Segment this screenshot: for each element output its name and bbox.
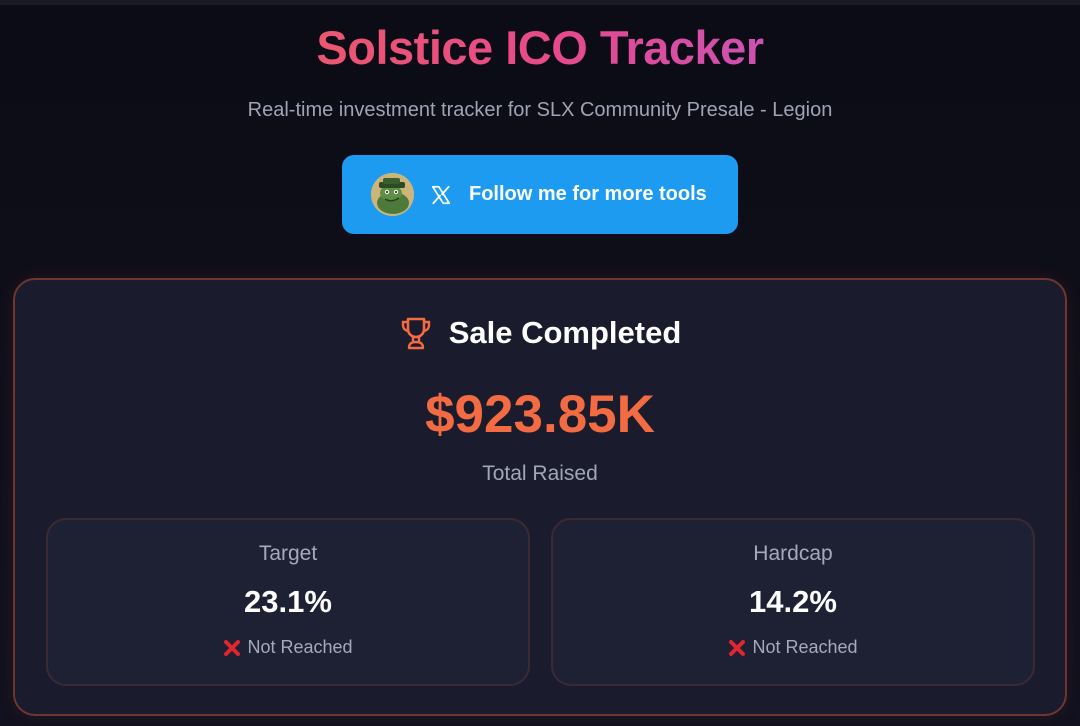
- page-title: Solstice ICO Tracker: [0, 22, 1080, 74]
- sale-status: Sale Completed: [15, 315, 1065, 351]
- follow-button-label: Follow me for more tools: [469, 183, 707, 205]
- top-divider: [0, 0, 1080, 5]
- avatar: [371, 173, 414, 216]
- trophy-icon: [401, 317, 430, 350]
- sale-status-label: Sale Completed: [448, 315, 682, 350]
- hardcap-status-label: Not Reached: [752, 637, 858, 657]
- cross-mark-icon: [729, 639, 746, 656]
- hardcap-label: Hardcap: [753, 542, 833, 565]
- sale-summary-card: Sale Completed $923.85K Total Raised Tar…: [13, 278, 1067, 716]
- target-value: 23.1%: [244, 584, 332, 619]
- target-status-label: Not Reached: [247, 637, 353, 657]
- target-status: Not Reached: [48, 637, 528, 658]
- page-subtitle: Real-time investment tracker for SLX Com…: [247, 99, 833, 121]
- target-label: Target: [258, 542, 318, 565]
- cross-mark-icon: [224, 639, 241, 656]
- x-logo-icon: [431, 185, 451, 204]
- hardcap-status: Not Reached: [553, 637, 1033, 658]
- hardcap-value: 14.2%: [749, 584, 837, 619]
- hardcap-stat-card: Hardcap 14.2% Not Reached: [551, 518, 1035, 686]
- page: Solstice ICO Tracker Real-time investmen…: [0, 0, 1080, 726]
- follow-button[interactable]: Follow me for more tools: [342, 155, 738, 234]
- target-stat-card: Target 23.1% Not Reached: [46, 518, 530, 686]
- total-raised-value: $923.85K: [425, 385, 655, 444]
- total-raised-caption: Total Raised: [482, 462, 598, 485]
